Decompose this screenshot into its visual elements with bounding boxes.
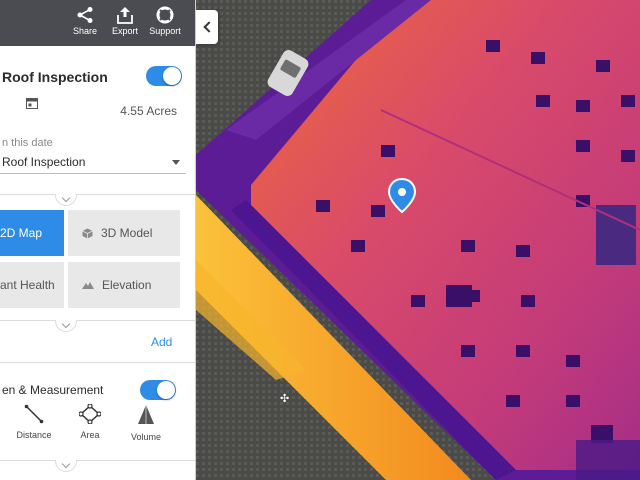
support-label: Support <box>149 26 181 36</box>
area-tool-button[interactable]: Area <box>68 404 112 440</box>
view-plant-health-label: ant Health <box>0 278 55 292</box>
share-button[interactable]: Share <box>63 6 107 44</box>
thermal-map-canvas[interactable]: ✣ <box>196 0 640 480</box>
volume-icon <box>138 405 154 424</box>
map-marker-icon: ✣ <box>280 392 289 405</box>
export-label: Export <box>111 26 138 36</box>
area-icon <box>79 404 101 424</box>
export-icon <box>117 7 133 24</box>
view-3d-model-label: 3D Model <box>101 226 153 240</box>
view-2d-map-label: 2D Map <box>0 226 43 240</box>
support-button[interactable]: Support <box>143 6 187 44</box>
divider <box>0 362 195 363</box>
thermal-map[interactable]: ✣ <box>196 0 640 480</box>
view-elevation-label: Elevation <box>102 278 152 292</box>
toggle-knob <box>157 381 175 399</box>
side-panel: Share Export Support Roof Inspection 4.5… <box>0 0 196 480</box>
measurement-label: en & Measurement <box>2 383 104 397</box>
area-label: Area <box>80 430 100 440</box>
project-visibility-toggle[interactable] <box>146 66 182 86</box>
view-elevation-button[interactable]: Elevation <box>68 262 180 308</box>
volume-tool-button[interactable]: Volume <box>124 404 168 442</box>
divider <box>0 320 195 321</box>
expand-chevron-icon[interactable] <box>55 460 77 472</box>
add-link[interactable]: Add <box>151 335 172 349</box>
expand-chevron-icon[interactable] <box>55 194 77 206</box>
divider <box>0 194 195 195</box>
view-plant-health-button[interactable]: ant Health <box>0 262 64 308</box>
date-select[interactable]: Roof Inspection <box>0 152 186 174</box>
export-button[interactable]: Export <box>103 6 147 44</box>
share-icon <box>77 7 93 23</box>
calendar-icon[interactable] <box>26 97 38 109</box>
view-3d-model-button[interactable]: 3D Model <box>68 210 180 256</box>
distance-icon <box>24 404 44 424</box>
date-select-value: Roof Inspection <box>2 155 86 169</box>
distance-label: Distance <box>16 430 52 440</box>
expand-chevron-icon[interactable] <box>55 320 77 332</box>
date-picker-label: n this date <box>2 137 53 149</box>
view-2d-map-button[interactable]: 2D Map <box>0 210 64 256</box>
measurement-toggle[interactable] <box>140 380 176 400</box>
mountain-icon <box>82 282 94 289</box>
cube-icon <box>82 228 93 238</box>
toolbar: Share Export Support <box>0 0 195 46</box>
share-label: Share <box>72 26 98 36</box>
distance-tool-button[interactable]: Distance <box>12 404 56 440</box>
volume-label: Volume <box>130 432 162 442</box>
lifebuoy-icon <box>156 6 174 24</box>
chevron-down-icon <box>172 160 180 165</box>
collapse-panel-button[interactable] <box>196 10 218 44</box>
toggle-knob <box>163 67 181 85</box>
divider <box>0 460 195 461</box>
project-area: 4.55 Acres <box>120 104 177 118</box>
project-title: Roof Inspection <box>2 69 108 85</box>
